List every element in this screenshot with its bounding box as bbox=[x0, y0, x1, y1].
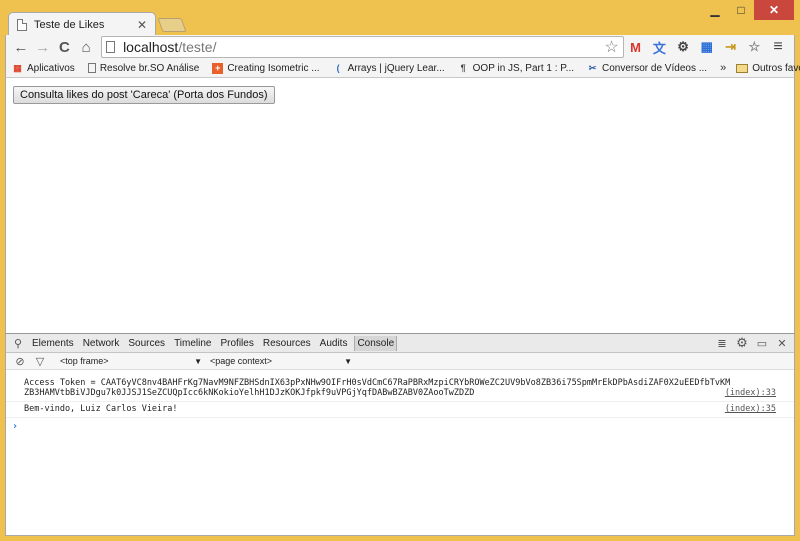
context-select-value: <page context> bbox=[210, 356, 273, 366]
gear-icon[interactable]: ⚙ bbox=[734, 335, 750, 351]
plus-icon: + bbox=[212, 62, 224, 74]
bookmark-label: OOP in JS, Part 1 : P... bbox=[472, 62, 574, 74]
tab-resources[interactable]: Resources bbox=[261, 336, 313, 351]
tab-network[interactable]: Network bbox=[81, 336, 122, 351]
menu-icon[interactable]: ≡ bbox=[766, 36, 790, 58]
more-bookmarks-chevron-icon[interactable]: » bbox=[720, 62, 726, 74]
address-bar[interactable]: localhost /teste/ ☆ bbox=[101, 36, 624, 58]
window-extension-icon[interactable]: ▦ bbox=[695, 36, 719, 58]
tab-audits[interactable]: Audits bbox=[318, 336, 350, 351]
page-viewport: Consulta likes do post 'Careca' (Porta d… bbox=[5, 78, 795, 333]
query-likes-button[interactable]: Consulta likes do post 'Careca' (Porta d… bbox=[13, 86, 275, 104]
bookmark-label: Conversor de Vídeos ... bbox=[602, 62, 708, 74]
bookmark-item[interactable]: + Creating Isometric ... bbox=[212, 62, 320, 74]
devtools-tabbar: ⚲ Elements Network Sources Timeline Prof… bbox=[6, 334, 794, 353]
minimize-button[interactable]: ▁ bbox=[702, 0, 728, 20]
dropdown-arrow-icon: ▼ bbox=[194, 356, 202, 366]
tab-profiles[interactable]: Profiles bbox=[218, 336, 255, 351]
page-icon bbox=[17, 18, 27, 31]
search-icon[interactable]: ⚲ bbox=[10, 335, 26, 351]
console-message-text: Access Token = CAAT6yVC8nv4BAHFrKg7NavM9… bbox=[24, 378, 731, 398]
tab-sources[interactable]: Sources bbox=[126, 336, 167, 351]
drawer-toggle-icon[interactable]: ≣ bbox=[714, 335, 730, 351]
thumbtack-icon: ¶ bbox=[460, 63, 466, 73]
tab-title: Teste de Likes bbox=[34, 18, 105, 31]
jquery-icon: ( bbox=[336, 63, 340, 73]
tab-elements[interactable]: Elements bbox=[30, 336, 76, 351]
maximize-button[interactable]: □ bbox=[728, 0, 754, 20]
console-message-text: Bem-vindo, Luiz Carlos Vieira! bbox=[24, 404, 178, 414]
tab-console[interactable]: Console bbox=[354, 335, 398, 351]
back-button[interactable]: ← bbox=[10, 36, 32, 58]
close-icon[interactable]: ✕ bbox=[774, 335, 790, 351]
bookmark-apps[interactable]: ▦ Aplicativos bbox=[12, 63, 75, 74]
video-converter-icon: ✂ bbox=[588, 62, 597, 73]
page-icon bbox=[106, 41, 116, 53]
tab-timeline[interactable]: Timeline bbox=[172, 336, 213, 351]
tab-strip: Teste de Likes ✕ bbox=[8, 12, 187, 36]
bookmark-item[interactable]: Resolve br.SO Análise bbox=[87, 62, 200, 74]
signin-extension-icon[interactable]: ⇥ bbox=[719, 36, 743, 58]
clear-console-icon[interactable]: ⊘ bbox=[12, 353, 28, 369]
console-message: Access Token = CAAT6yVC8nv4BAHFrKg7NavM9… bbox=[6, 376, 794, 402]
frame-select-value: <top frame> bbox=[60, 356, 109, 366]
other-bookmarks-folder[interactable]: Outros favoritos bbox=[736, 63, 800, 74]
close-window-button[interactable]: ✕ bbox=[754, 0, 794, 20]
console-prompt[interactable]: › bbox=[6, 418, 794, 435]
console-source-link[interactable]: (index):35 bbox=[725, 404, 776, 414]
page-icon bbox=[87, 63, 96, 73]
bookmark-label: Outros favoritos bbox=[752, 62, 800, 74]
tab-close-icon[interactable]: ✕ bbox=[137, 18, 147, 32]
devtools-actions: ≣ ⚙ ▭ ✕ bbox=[714, 335, 794, 351]
frame-select[interactable]: <top frame> ▼ bbox=[60, 356, 202, 366]
browser-toolbar: ← → C ⌂ localhost /teste/ ☆ M 文 ⚙ ▦ ⇥ ☆ … bbox=[5, 35, 795, 59]
new-tab-button[interactable] bbox=[157, 18, 187, 32]
folder-icon bbox=[736, 63, 749, 73]
console-filter-bar: ⊘ ▽ <top frame> ▼ <page context> ▼ bbox=[6, 353, 794, 370]
filter-icon[interactable]: ▽ bbox=[32, 353, 48, 369]
bookmark-star-icon[interactable]: ☆ bbox=[604, 37, 618, 57]
bookmark-label: Aplicativos bbox=[27, 62, 75, 74]
gmail-extension-icon[interactable]: M bbox=[624, 36, 648, 58]
context-select[interactable]: <page context> ▼ bbox=[210, 356, 352, 366]
translate-extension-icon[interactable]: 文 bbox=[647, 36, 671, 58]
dock-icon[interactable]: ▭ bbox=[754, 335, 770, 351]
devtools-panel: ⚲ Elements Network Sources Timeline Prof… bbox=[5, 333, 795, 536]
tab-teste-de-likes[interactable]: Teste de Likes ✕ bbox=[8, 12, 156, 36]
console-source-link[interactable]: (index):33 bbox=[725, 388, 776, 398]
bookmarks-bar: ▦ Aplicativos Resolve br.SO Análise + Cr… bbox=[5, 59, 800, 78]
bookmark-label: Arrays | jQuery Lear... bbox=[347, 62, 445, 74]
browser-window: ▁ □ ✕ Teste de Likes ✕ ← → C ⌂ localhost… bbox=[0, 0, 800, 541]
bookmark-label: Creating Isometric ... bbox=[227, 62, 320, 74]
console-output: Access Token = CAAT6yVC8nv4BAHFrKg7NavM9… bbox=[6, 370, 794, 435]
settings-extension-icon[interactable]: ⚙ bbox=[671, 36, 695, 58]
star-extension-icon[interactable]: ☆ bbox=[742, 36, 766, 58]
bookmark-item[interactable]: ¶ OOP in JS, Part 1 : P... bbox=[458, 63, 574, 74]
url-path: /teste/ bbox=[178, 39, 217, 55]
bookmark-label: Resolve br.SO Análise bbox=[99, 62, 200, 74]
dropdown-arrow-icon: ▼ bbox=[344, 356, 352, 366]
console-message: Bem-vindo, Luiz Carlos Vieira! (index):3… bbox=[6, 402, 794, 418]
bookmark-item[interactable]: ✂ Conversor de Vídeos ... bbox=[587, 63, 707, 74]
home-button[interactable]: ⌂ bbox=[75, 36, 97, 58]
bookmark-item[interactable]: ( Arrays | jQuery Lear... bbox=[333, 63, 445, 74]
apps-grid-icon: ▦ bbox=[13, 62, 22, 73]
forward-button[interactable]: → bbox=[32, 36, 54, 58]
window-controls: ▁ □ ✕ bbox=[702, 0, 794, 20]
reload-button[interactable]: C bbox=[54, 36, 76, 58]
url-host: localhost bbox=[123, 39, 179, 55]
